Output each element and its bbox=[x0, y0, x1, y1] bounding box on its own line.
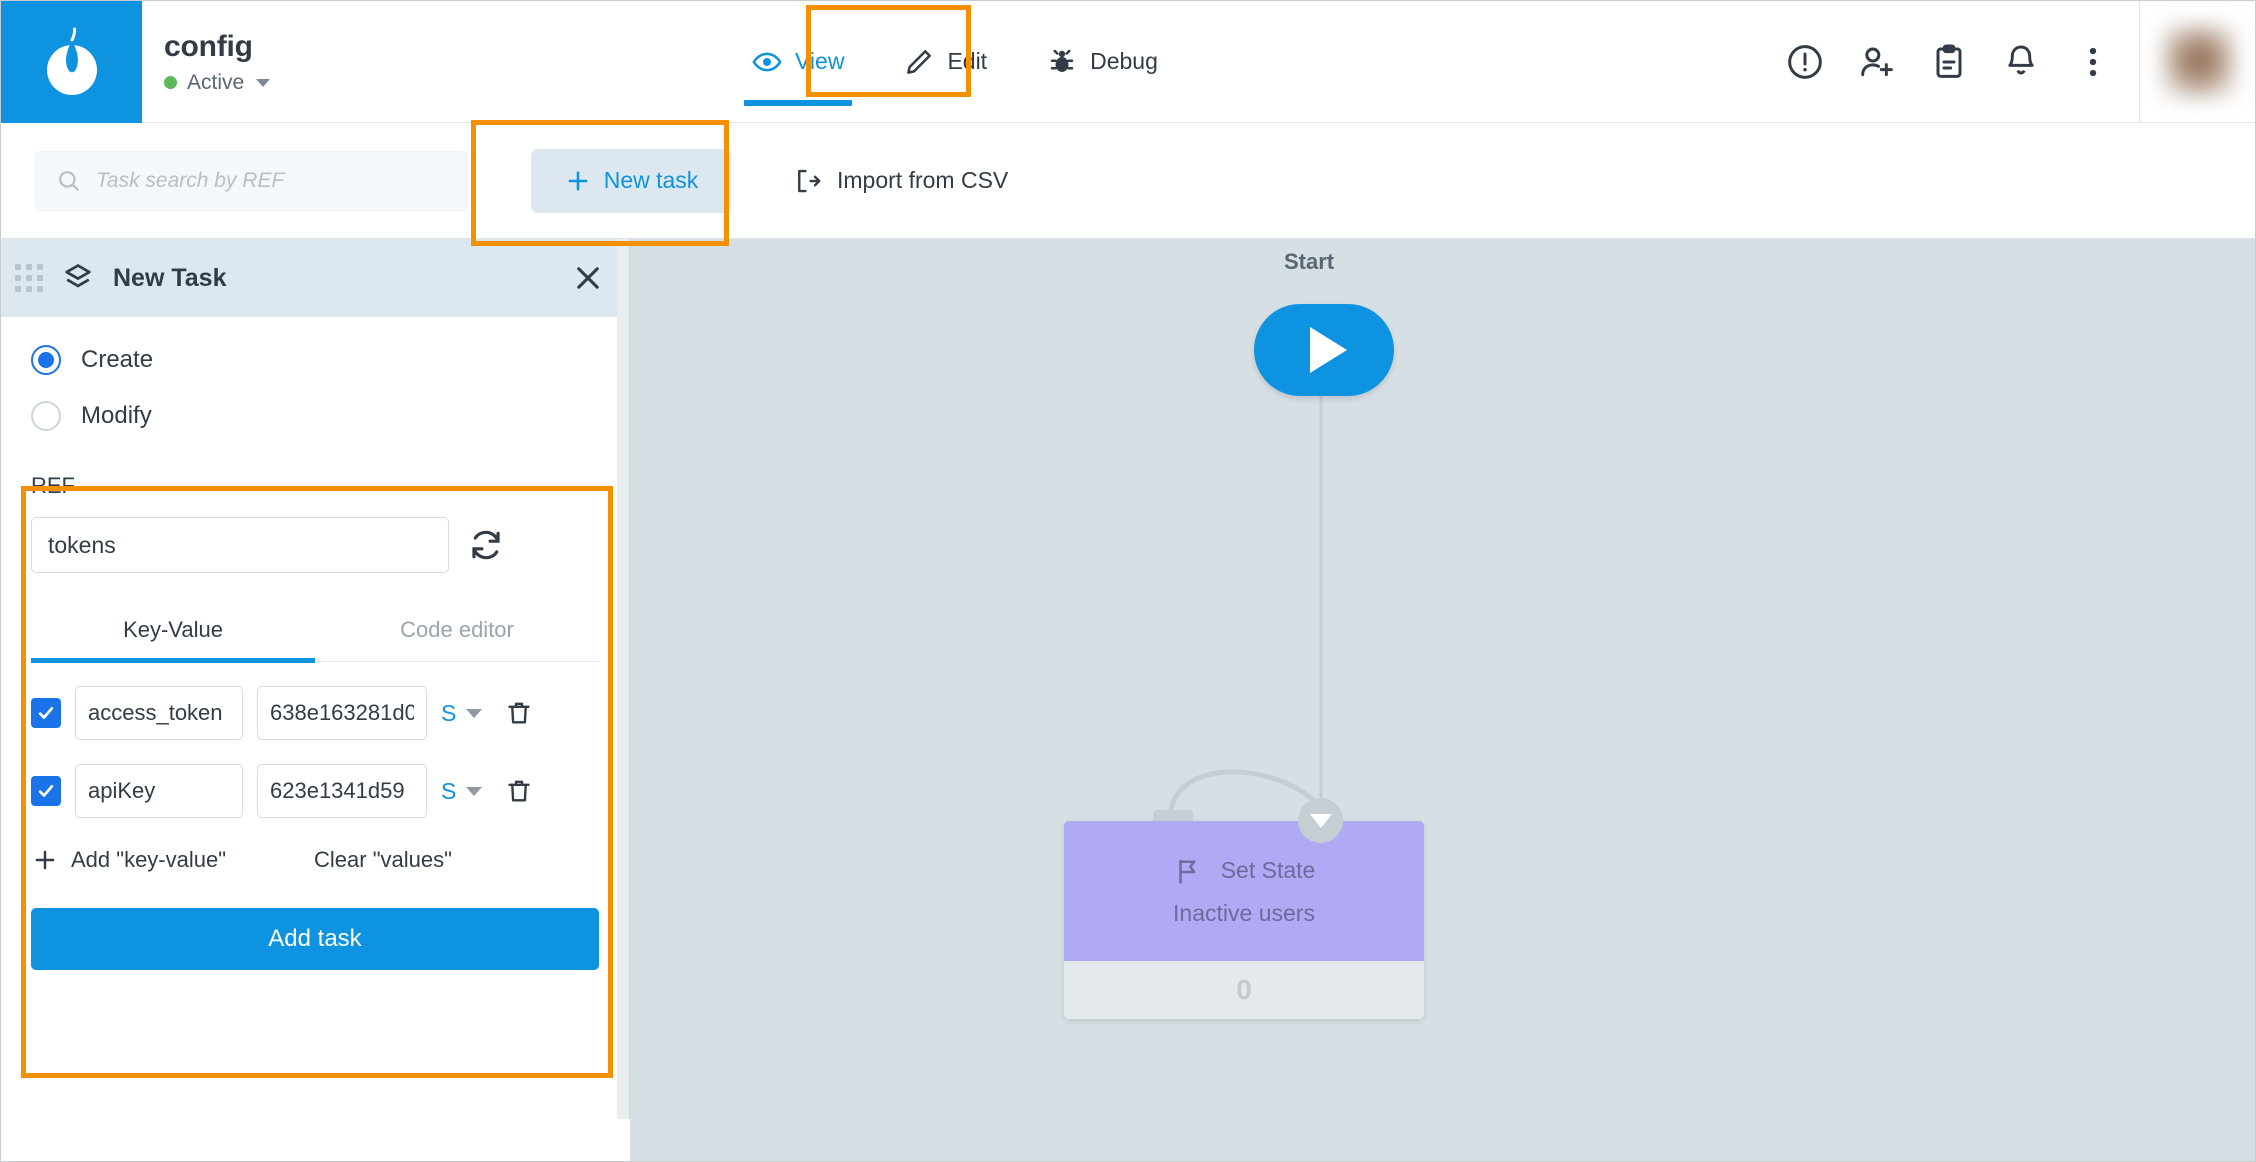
tab-view-label: View bbox=[795, 48, 845, 74]
add-key-value-button[interactable]: Add "key-value" bbox=[31, 846, 226, 874]
export-arrow-icon bbox=[798, 169, 821, 192]
row-key-input[interactable] bbox=[75, 764, 243, 818]
task-toolbar: Task search by REF New task Import from … bbox=[1, 123, 2255, 239]
clear-values-button[interactable]: Clear "values" bbox=[314, 847, 452, 873]
search-input[interactable]: Task search by REF bbox=[35, 150, 467, 211]
search-placeholder: Task search by REF bbox=[96, 168, 285, 192]
radio-create-icon bbox=[31, 345, 61, 375]
tab-debug-label: Debug bbox=[1090, 48, 1158, 74]
eye-icon bbox=[752, 52, 782, 71]
app-window: config Active View Edit Debug Task searc… bbox=[0, 0, 2256, 1162]
tab-view[interactable]: View bbox=[722, 1, 874, 122]
avatar bbox=[2160, 24, 2237, 100]
tab-debug[interactable]: Debug bbox=[1017, 1, 1188, 122]
set-state-title: Set State bbox=[1220, 857, 1316, 883]
new-task-panel: New Task Create Modify REF tokens Key-Va… bbox=[1, 239, 630, 1119]
row-type-label: S bbox=[441, 699, 457, 726]
new-task-panel-header: New Task bbox=[1, 239, 629, 317]
workflow-edges bbox=[1167, 396, 1323, 820]
play-icon bbox=[1309, 327, 1347, 373]
avatar-container[interactable] bbox=[2139, 1, 2255, 123]
ref-row bbox=[31, 517, 599, 573]
status-dot-icon bbox=[164, 76, 177, 89]
set-state-subtitle: Inactive users bbox=[1173, 899, 1315, 926]
new-task-label: New task bbox=[603, 167, 699, 193]
mode-option-modify[interactable]: Modify bbox=[31, 401, 599, 431]
mode-option-create[interactable]: Create bbox=[31, 345, 599, 375]
plus-icon bbox=[35, 850, 55, 870]
mode-option-create-label: Create bbox=[81, 346, 154, 373]
start-node[interactable] bbox=[1254, 304, 1394, 396]
mode-option-modify-label: Modify bbox=[81, 402, 152, 429]
status-badge[interactable]: Active bbox=[164, 71, 702, 95]
trash-icon[interactable] bbox=[504, 698, 534, 728]
edge-arrow-marker bbox=[1298, 798, 1343, 843]
flag-icon bbox=[1178, 859, 1196, 883]
chevron-down-icon bbox=[466, 786, 483, 796]
row-type-dropdown[interactable]: S bbox=[441, 777, 483, 805]
more-vertical-icon[interactable] bbox=[2073, 42, 2113, 82]
alert-circle-icon[interactable] bbox=[1785, 42, 1825, 82]
pencil-icon bbox=[907, 49, 932, 74]
plus-icon bbox=[568, 171, 588, 190]
drop-flame-logo-icon bbox=[46, 27, 97, 95]
table-row: S bbox=[31, 686, 599, 740]
trash-icon[interactable] bbox=[504, 776, 534, 806]
ref-label: REF bbox=[31, 473, 75, 498]
row-value-input[interactable] bbox=[257, 764, 427, 818]
refresh-icon[interactable] bbox=[467, 526, 505, 564]
start-node-label: Start bbox=[1284, 249, 1335, 274]
tab-code-editor[interactable]: Code editor bbox=[315, 603, 599, 661]
radio-modify-icon bbox=[31, 401, 61, 431]
set-state-title-row: Set State bbox=[1173, 856, 1316, 886]
new-task-button[interactable]: New task bbox=[531, 148, 731, 213]
row-checkbox[interactable] bbox=[31, 698, 61, 728]
check-icon bbox=[38, 707, 54, 719]
chevron-down-icon bbox=[466, 708, 483, 718]
tab-active-underline bbox=[744, 100, 853, 106]
tab-edit-label: Edit bbox=[947, 48, 988, 74]
ref-input[interactable] bbox=[31, 517, 449, 573]
row-value-input[interactable] bbox=[257, 686, 427, 740]
new-task-panel-title: New Task bbox=[113, 263, 227, 292]
table-row: S bbox=[31, 764, 599, 818]
kv-actions: Add "key-value" Clear "values" bbox=[31, 846, 599, 874]
row-type-dropdown[interactable]: S bbox=[441, 699, 483, 727]
layers-icon bbox=[65, 264, 91, 288]
import-csv-label: Import from CSV bbox=[837, 167, 1009, 193]
kv-tabs: Key-Value Code editor bbox=[31, 603, 599, 663]
tab-key-value[interactable]: Key-Value bbox=[31, 603, 315, 663]
new-task-panel-body: Create Modify REF Key-Value Code editor bbox=[1, 317, 629, 970]
app-title-block: config Active bbox=[142, 1, 702, 122]
row-checkbox[interactable] bbox=[31, 776, 61, 806]
set-state-count: 0 bbox=[1064, 961, 1424, 1019]
tab-edit[interactable]: Edit bbox=[874, 1, 1017, 122]
check-icon bbox=[38, 785, 54, 797]
set-state-node[interactable]: Set State Inactive users 0 bbox=[1064, 821, 1424, 1019]
status-label: Active bbox=[187, 70, 245, 94]
clipboard-notes-icon[interactable] bbox=[1929, 42, 1969, 82]
panel-scrollbar[interactable] bbox=[617, 239, 629, 1119]
add-task-button[interactable]: Add task bbox=[31, 908, 599, 970]
drag-handle-icon[interactable] bbox=[15, 264, 43, 292]
header-action-icons bbox=[1785, 1, 2139, 122]
row-type-label: S bbox=[441, 777, 457, 804]
ref-section: REF Key-Value Code editor bbox=[31, 457, 599, 970]
app-header: config Active View Edit Debug bbox=[1, 1, 2255, 123]
search-icon bbox=[59, 170, 79, 191]
page-title: config bbox=[164, 29, 253, 63]
set-state-node-header: Set State Inactive users bbox=[1064, 821, 1424, 961]
import-csv-button[interactable]: Import from CSV bbox=[793, 166, 1008, 196]
close-icon[interactable] bbox=[571, 261, 605, 295]
row-key-input[interactable] bbox=[75, 686, 243, 740]
bug-icon bbox=[1050, 49, 1074, 72]
mode-tabs: View Edit Debug bbox=[722, 1, 1188, 122]
bell-icon[interactable] bbox=[2001, 42, 2041, 82]
add-user-icon[interactable] bbox=[1857, 42, 1897, 82]
add-key-value-label: Add "key-value" bbox=[71, 847, 227, 872]
app-logo[interactable] bbox=[1, 1, 142, 123]
chevron-down-icon bbox=[256, 78, 271, 87]
